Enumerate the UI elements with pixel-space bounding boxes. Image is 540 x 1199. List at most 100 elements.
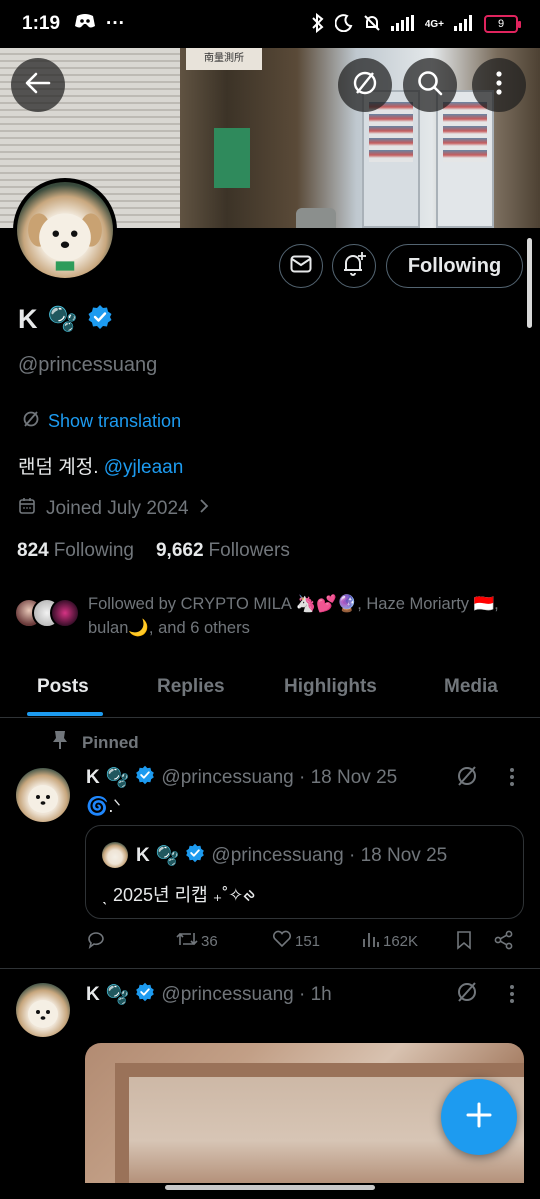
notifications-button[interactable] (332, 244, 376, 288)
post-avatar[interactable] (16, 768, 70, 822)
like-icon (272, 930, 292, 952)
post-translate-button[interactable] (455, 764, 479, 793)
bubbles-emoji: 🫧 (155, 846, 180, 867)
mutual-avatar (50, 598, 80, 628)
verified-icon (135, 982, 155, 1008)
bookmark-icon (456, 930, 472, 954)
quoted-post[interactable]: K 🫧 @princessuang · 18 Nov 25 ˎ 2025년 리캡… (85, 825, 524, 919)
status-time: 1:19 (22, 13, 61, 34)
share-icon (494, 930, 514, 954)
show-translation-link[interactable]: Show translation (22, 410, 181, 433)
post-author-name[interactable]: K (86, 767, 100, 789)
discord-icon (74, 13, 96, 35)
post-handle-time: @princessuang · 1h (161, 984, 332, 1005)
post-translate-button[interactable] (455, 980, 479, 1009)
follow-counts: 824 Following 9,662 Followers (17, 540, 290, 562)
profile-name: K (18, 304, 38, 334)
message-button[interactable] (279, 244, 323, 288)
show-translation-label: Show translation (48, 411, 182, 431)
more-options-button[interactable] (472, 58, 526, 112)
translate-icon (455, 982, 479, 1008)
home-indicator[interactable] (165, 1185, 375, 1190)
profile-name-row: K 🫧 (18, 304, 113, 335)
more-icon (495, 70, 503, 101)
pinned-label: Pinned (82, 732, 139, 752)
views-button[interactable]: 162K (362, 930, 418, 952)
bluetooth-icon (311, 12, 325, 36)
followed-by-row[interactable]: Followed by CRYPTO MILA 🦄💕🔮, Haze Moriar… (14, 592, 514, 640)
like-button[interactable]: 151 (272, 930, 320, 952)
joined-date: Joined July 2024 (46, 498, 189, 519)
status-bar: 1:19 ··· 4G+ 9 (0, 0, 540, 48)
dog-avatar-image (28, 213, 102, 271)
translate-icon (351, 69, 379, 102)
retweet-button[interactable]: 36 (176, 930, 218, 952)
back-button[interactable] (11, 58, 65, 112)
quote-text: ˎ 2025년 리캡 ₊˚✧ᰊ (102, 885, 255, 905)
quote-handle-time: @princessuang · 18 Nov 25 (211, 845, 448, 866)
bell-muted-icon (363, 14, 381, 35)
translate-profile-button[interactable] (338, 58, 392, 112)
battery-indicator: 9 (484, 15, 521, 33)
like-count: 151 (295, 932, 321, 950)
tab-replies[interactable]: Replies (157, 676, 225, 698)
bubbles-emoji: 🫧 (105, 985, 130, 1006)
bio-mention-link[interactable]: @yjleaan (104, 457, 184, 478)
dog-avatar-image (28, 785, 58, 813)
tab-media[interactable]: Media (444, 676, 498, 698)
scrollbar[interactable] (527, 238, 532, 328)
post-handle-time: @princessuang · 18 Nov 25 (161, 767, 398, 788)
verified-icon (135, 765, 155, 791)
bookmark-button[interactable] (456, 930, 472, 954)
post-header: K 🫧 @princessuang · 18 Nov 25 (86, 765, 397, 791)
post-avatar[interactable] (16, 983, 70, 1037)
bubbles-emoji: 🫧 (105, 768, 130, 789)
following-count-link[interactable]: 824 Following (17, 540, 134, 562)
profile-avatar[interactable] (13, 178, 117, 282)
translate-icon (455, 766, 479, 792)
signal-icon (390, 14, 415, 34)
tab-highlights[interactable]: Highlights (284, 676, 377, 698)
post-text: 🌀.ᐠ (86, 796, 122, 816)
share-button[interactable] (494, 930, 514, 954)
chevron-right-icon (199, 498, 209, 520)
active-tab-indicator (27, 712, 103, 716)
mutual-avatars (14, 592, 80, 632)
verified-icon (87, 304, 113, 335)
post-more-button[interactable] (502, 982, 522, 1006)
plus-icon (465, 1101, 493, 1134)
profile-tabs: Posts Replies Highlights Media (0, 664, 540, 718)
profile-bio: 랜덤 계정. @yjleaan (18, 452, 183, 479)
dog-avatar-image (28, 1000, 58, 1028)
followed-by-text: Followed by CRYPTO MILA 🦄💕🔮, Haze Moriar… (88, 595, 499, 637)
quote-author-name: K (136, 845, 150, 866)
reply-button[interactable] (86, 930, 106, 954)
verified-icon (185, 843, 205, 869)
pinned-label-row: Pinned (52, 730, 139, 755)
post-header: K 🫧 @princessuang · 1h (86, 982, 332, 1008)
post-author-name[interactable]: K (86, 984, 100, 1006)
view-count: 162K (383, 932, 419, 950)
search-icon (416, 69, 444, 102)
compose-post-button[interactable] (441, 1079, 517, 1155)
signal-icon-2 (454, 14, 474, 34)
followers-count-link[interactable]: 9,662 Followers (156, 540, 290, 562)
tab-posts[interactable]: Posts (37, 676, 89, 698)
joined-date-row[interactable]: Joined July 2024 (18, 497, 209, 521)
pin-icon (52, 730, 68, 755)
post-divider (0, 968, 540, 969)
moon-icon (334, 13, 353, 35)
post-more-button[interactable] (502, 765, 522, 789)
banner-sign: 南量測所 (186, 48, 262, 70)
post-actions: 36 151 162K (86, 930, 516, 958)
overflow-status-text: ··· (106, 13, 126, 34)
bell-plus-icon (341, 251, 367, 282)
network-type: 4G+ (424, 18, 444, 30)
profile-handle: @princessuang (18, 354, 158, 376)
search-button[interactable] (403, 58, 457, 112)
bio-text: 랜덤 계정. (18, 457, 99, 478)
message-icon (290, 255, 312, 278)
bubbles-emoji: 🫧 (47, 306, 78, 333)
following-button[interactable]: Following (386, 244, 523, 288)
reply-icon (86, 930, 106, 954)
